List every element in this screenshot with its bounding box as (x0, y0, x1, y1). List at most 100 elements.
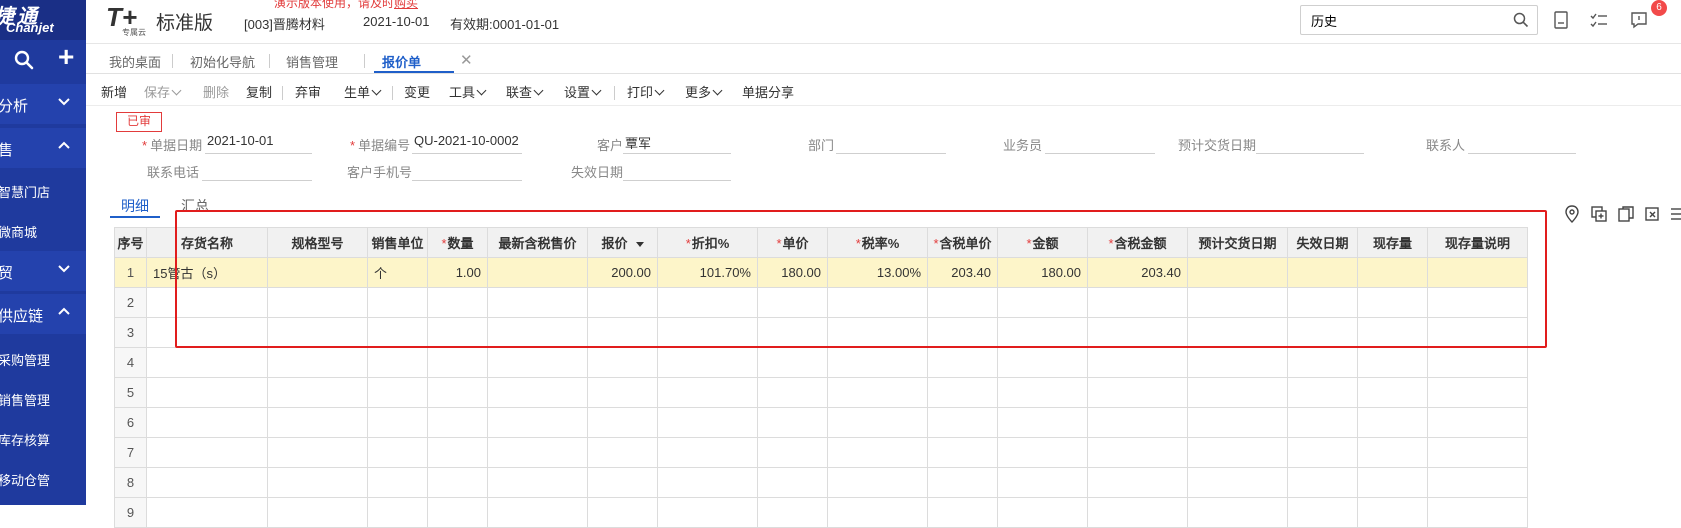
table-cell[interactable] (267, 377, 368, 408)
table-cell[interactable] (1357, 497, 1428, 528)
table-row[interactable]: 4 (114, 347, 1528, 378)
table-cell[interactable] (1287, 377, 1358, 408)
table-cell[interactable] (1087, 407, 1188, 438)
table-cell[interactable] (657, 467, 758, 498)
doc-date-field[interactable]: 2021-10-01 (205, 133, 312, 154)
table-cell[interactable] (267, 467, 368, 498)
buy-link[interactable]: 购买 (394, 0, 418, 10)
table-cell[interactable] (997, 437, 1088, 468)
table-cell[interactable] (587, 347, 658, 378)
message-icon[interactable] (1629, 10, 1649, 30)
location-icon[interactable] (1563, 205, 1581, 223)
table-cell[interactable] (827, 407, 928, 438)
document-icon[interactable] (1551, 10, 1571, 30)
column-settings-icon[interactable] (1670, 205, 1681, 223)
table-cell[interactable] (927, 467, 998, 498)
table-cell[interactable] (367, 407, 428, 438)
table-cell[interactable] (367, 377, 428, 408)
table-cell[interactable] (427, 377, 488, 408)
table-row[interactable]: 9 (114, 497, 1528, 528)
table-cell[interactable] (1357, 347, 1428, 378)
delete-row-icon[interactable] (1644, 205, 1662, 223)
contact-field[interactable] (1468, 133, 1576, 154)
table-row[interactable]: 8 (114, 467, 1528, 498)
history-search[interactable] (1300, 5, 1538, 35)
table-cell[interactable] (997, 497, 1088, 528)
table-cell[interactable] (267, 407, 368, 438)
table-cell[interactable] (146, 377, 268, 408)
salesperson-field[interactable] (1045, 133, 1155, 154)
table-cell[interactable] (1357, 377, 1428, 408)
expiry-date-field[interactable] (623, 160, 731, 181)
tab-quotation[interactable]: 报价单 (382, 52, 421, 71)
table-cell[interactable] (1287, 497, 1358, 528)
table-cell[interactable] (1087, 377, 1188, 408)
toolbar-button-9[interactable]: 设置 (564, 82, 602, 101)
table-cell[interactable] (587, 437, 658, 468)
table-cell[interactable] (487, 407, 588, 438)
sidebar-item-4[interactable]: 贸 (0, 251, 86, 291)
table-cell[interactable] (146, 347, 268, 378)
toolbar-button-6[interactable]: 变更 (404, 82, 430, 101)
table-cell[interactable] (1357, 407, 1428, 438)
expected-delivery-field[interactable] (1256, 133, 1364, 154)
table-cell[interactable] (267, 347, 368, 378)
table-cell[interactable] (487, 377, 588, 408)
table-cell[interactable] (146, 467, 268, 498)
toolbar-button-0[interactable]: 新增 (101, 82, 127, 101)
table-cell[interactable] (1087, 437, 1188, 468)
table-cell[interactable] (427, 347, 488, 378)
search-icon[interactable] (1513, 12, 1529, 31)
toolbar-button-11[interactable]: 更多 (685, 82, 723, 101)
table-cell[interactable] (927, 437, 998, 468)
table-cell[interactable] (146, 497, 268, 528)
table-cell[interactable] (267, 437, 368, 468)
close-icon[interactable]: ✕ (460, 51, 473, 69)
tab-sales-management[interactable]: 销售管理 (286, 52, 338, 71)
table-cell[interactable] (1427, 437, 1528, 468)
table-cell[interactable] (587, 467, 658, 498)
plus-icon[interactable]: + (58, 43, 74, 71)
table-cell[interactable] (146, 437, 268, 468)
toolbar-button-2[interactable]: 删除 (203, 82, 229, 101)
phone-field[interactable] (202, 160, 312, 181)
table-row[interactable]: 7 (114, 437, 1528, 468)
table-cell[interactable] (367, 437, 428, 468)
table-cell[interactable] (487, 347, 588, 378)
table-cell[interactable] (827, 437, 928, 468)
sidebar-item-6[interactable]: 采购管理 (0, 338, 86, 378)
sidebar-item-8[interactable]: 库存核算 (0, 418, 86, 458)
table-cell[interactable] (1427, 467, 1528, 498)
table-cell[interactable] (587, 497, 658, 528)
table-cell[interactable] (427, 467, 488, 498)
table-cell[interactable] (267, 497, 368, 528)
table-cell[interactable] (827, 347, 928, 378)
table-cell[interactable] (1287, 437, 1358, 468)
table-cell[interactable] (757, 467, 828, 498)
table-cell[interactable] (1187, 497, 1288, 528)
table-cell[interactable] (757, 437, 828, 468)
table-cell[interactable] (757, 377, 828, 408)
table-cell[interactable] (367, 347, 428, 378)
toolbar-button-12[interactable]: 单据分享 (742, 82, 794, 101)
toolbar-button-3[interactable]: 复制 (246, 82, 272, 101)
table-cell[interactable] (757, 497, 828, 528)
task-list-icon[interactable] (1589, 10, 1609, 30)
sidebar-item-3[interactable]: 微商城 (0, 210, 86, 250)
toolbar-button-7[interactable]: 工具 (449, 82, 487, 101)
table-cell[interactable] (1357, 467, 1428, 498)
table-cell[interactable] (657, 347, 758, 378)
table-cell[interactable] (757, 407, 828, 438)
table-cell[interactable] (487, 437, 588, 468)
table-cell[interactable] (367, 467, 428, 498)
doc-no-field[interactable]: QU-2021-10-0002 (412, 133, 522, 154)
sidebar-item-7[interactable]: 销售管理 (0, 378, 86, 418)
tab-desktop[interactable]: 我的桌面 (109, 52, 161, 71)
table-cell[interactable] (1187, 467, 1288, 498)
table-row[interactable]: 6 (114, 407, 1528, 438)
search-icon[interactable] (14, 50, 34, 73)
table-cell[interactable] (1187, 437, 1288, 468)
table-cell[interactable] (1427, 497, 1528, 528)
table-cell[interactable] (487, 467, 588, 498)
table-cell[interactable] (657, 497, 758, 528)
